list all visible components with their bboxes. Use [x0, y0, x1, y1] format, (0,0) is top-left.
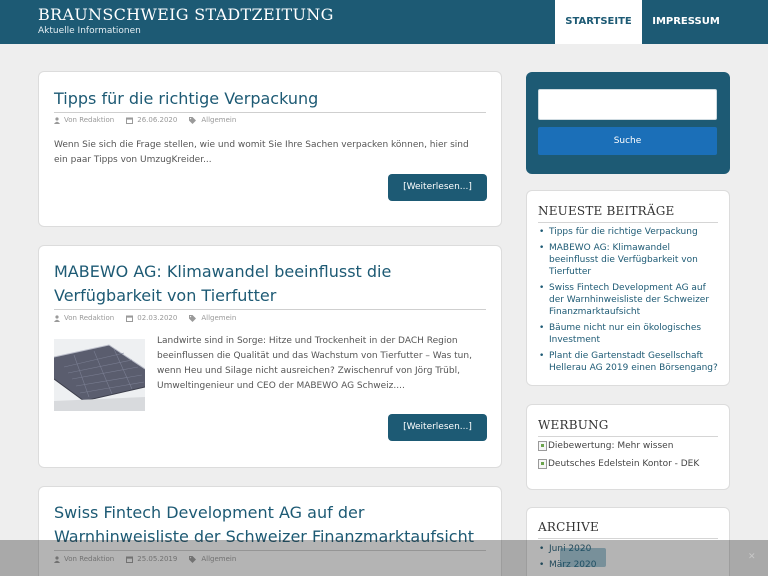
post-author[interactable]: Von Redaktion [64, 116, 114, 124]
widget-divider [538, 222, 718, 223]
ads-widget: WERBUNG Diebewertung: Mehr wissen Deutsc… [526, 404, 730, 490]
recent-post-link[interactable]: Plant die Gartenstadt Gesellschaft Helle… [538, 350, 719, 374]
recent-post-link[interactable]: Bäume nicht nur ein ökologisches Investm… [538, 322, 719, 346]
calendar-icon [126, 117, 134, 124]
nav-startseite[interactable]: STARTSEITE [555, 0, 642, 44]
site-header: BRAUNSCHWEIG STADTZEITUNG Aktuelle Infor… [0, 0, 768, 44]
recent-posts-widget: NEUESTE BEITRÄGE Tipps für die richtige … [526, 190, 730, 386]
site-tagline: Aktuelle Informationen [38, 26, 141, 36]
read-more-button[interactable]: [Weiterlesen...] [388, 174, 487, 201]
ad-link[interactable]: Diebewertung: Mehr wissen [538, 441, 673, 451]
ad-alt-text[interactable]: Deutsches Edelstein Kontor - DEK [548, 459, 699, 469]
post-date[interactable]: 02.03.2020 [137, 314, 177, 322]
user-icon [54, 116, 60, 124]
post-title[interactable]: MABEWO AG: Klimawandel beeinflusst die V… [54, 260, 486, 308]
recent-post-link[interactable]: Tipps für die richtige Verpackung [538, 226, 719, 238]
search-widget: Suche [526, 72, 730, 174]
title-divider [54, 112, 486, 113]
post-author[interactable]: Von Redaktion [64, 314, 114, 322]
recent-post-link[interactable]: MABEWO AG: Klimawandel beeinflusst die V… [538, 242, 719, 278]
tags-icon [189, 314, 197, 322]
post-meta: Von Redaktion 02.03.2020 Allgemein [54, 314, 248, 322]
tags-icon [189, 116, 197, 124]
post-card: Tipps für die richtige Verpackung Von Re… [38, 71, 502, 227]
widget-title: NEUESTE BEITRÄGE [538, 204, 675, 218]
post-meta: Von Redaktion 26.06.2020 Allgemein [54, 116, 248, 124]
post-excerpt: Wenn Sie sich die Frage stellen, wie und… [54, 140, 469, 165]
post-title[interactable]: Tipps für die richtige Verpackung [54, 87, 486, 111]
post-category[interactable]: Allgemein [201, 314, 236, 322]
ad-alt-text[interactable]: Diebewertung: Mehr wissen [548, 441, 673, 451]
nav-impressum[interactable]: IMPRESSUM [642, 0, 730, 44]
ad-link[interactable]: Deutsches Edelstein Kontor - DEK [538, 459, 699, 469]
calendar-icon [126, 315, 134, 322]
post-card: MABEWO AG: Klimawandel beeinflusst die V… [38, 245, 502, 468]
broken-image-icon [538, 441, 547, 451]
user-icon [54, 314, 60, 322]
widget-divider [538, 436, 718, 437]
post-date[interactable]: 26.06.2020 [137, 116, 177, 124]
search-button[interactable]: Suche [538, 127, 717, 155]
broken-image-icon [538, 459, 547, 469]
post-thumbnail[interactable] [54, 339, 145, 411]
read-more-button[interactable]: [Weiterlesen...] [388, 414, 487, 441]
cookie-consent-bar: ✕ [0, 540, 768, 576]
recent-posts-list: Tipps für die richtige Verpackung MABEWO… [538, 226, 719, 378]
widget-title: WERBUNG [538, 418, 609, 432]
cookie-accept-button[interactable] [560, 548, 606, 567]
widget-title: ARCHIVE [538, 520, 599, 534]
title-divider [54, 309, 486, 310]
close-icon[interactable]: ✕ [748, 552, 756, 562]
search-input[interactable] [538, 89, 717, 120]
post-excerpt: Landwirte sind in Sorge: Hitze und Trock… [157, 336, 472, 391]
site-title[interactable]: BRAUNSCHWEIG STADTZEITUNG [38, 5, 334, 24]
widget-divider [538, 538, 718, 539]
recent-post-link[interactable]: Swiss Fintech Development AG auf der War… [538, 282, 719, 318]
post-category[interactable]: Allgemein [201, 116, 236, 124]
